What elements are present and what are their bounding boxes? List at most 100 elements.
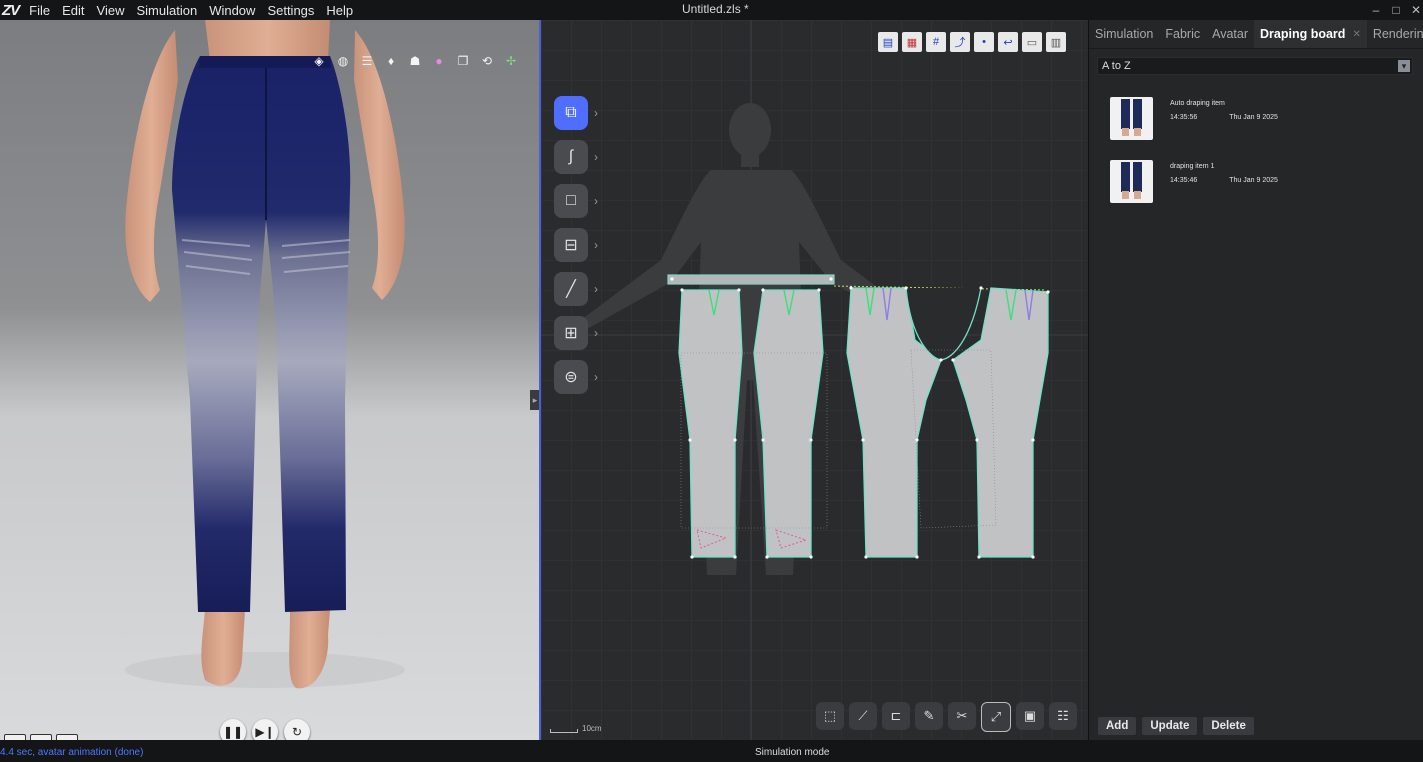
- tab-fabric[interactable]: Fabric: [1159, 20, 1206, 48]
- chevron-down-icon[interactable]: ▾: [1398, 60, 1410, 72]
- delete-button[interactable]: Delete: [1203, 717, 1254, 735]
- tool-rectangle[interactable]: □ ›: [554, 184, 598, 218]
- wireframe-icon[interactable]: ◍: [334, 52, 352, 70]
- view-icon[interactable]: ▥: [1046, 32, 1066, 52]
- step-icon[interactable]: ▶❙: [252, 719, 278, 740]
- grid-eye-icon[interactable]: #: [926, 32, 946, 52]
- panel-buttons: Add Update Delete: [1098, 717, 1254, 735]
- pattern-bottom-toolbar: ⬚ ⟋ ⊏ ✎ ✂ ⤢ ▣ ☷: [816, 702, 1077, 732]
- cut-icon[interactable]: ✂: [948, 702, 976, 730]
- chevron-right-icon[interactable]: ›: [594, 194, 598, 208]
- pin-icon[interactable]: ✎: [915, 702, 943, 730]
- axis-icon[interactable]: ✢: [502, 52, 520, 70]
- item-date: Thu Jan 9 2025: [1229, 114, 1278, 121]
- chevron-right-icon[interactable]: ›: [594, 106, 598, 120]
- curve-icon[interactable]: ∫: [554, 140, 588, 174]
- sew-icon[interactable]: ⊏: [882, 702, 910, 730]
- color-icon[interactable]: ●: [430, 52, 448, 70]
- scale-indicator: 10cm: [550, 724, 602, 733]
- line-tool-icon[interactable]: ╱: [554, 272, 588, 306]
- viewport-3d[interactable]: ◈ ◍ ☰ ♦ ☗ ● ❐ ⟲ ✢ ❚❚ ▶❙ ↻ ▨ ⌕ ◎ ▸: [0, 20, 539, 740]
- chevron-right-icon[interactable]: ›: [594, 370, 598, 384]
- layers-icon[interactable]: ☰: [358, 52, 376, 70]
- close-icon[interactable]: ✕: [1352, 29, 1360, 40]
- tool-curve[interactable]: ∫ ›: [554, 140, 598, 174]
- close-window-button[interactable]: ✕: [1406, 0, 1423, 20]
- menu-view[interactable]: View: [93, 3, 133, 18]
- pause-icon[interactable]: ❚❚: [220, 719, 246, 740]
- menu-file[interactable]: File: [25, 3, 58, 18]
- list-item[interactable]: draping item 1 14:35:46 Thu Jan 9 2025: [1110, 160, 1278, 203]
- status-bar: 4.4 sec, avatar animation (done) Simulat…: [0, 740, 1423, 762]
- tab-draping-board[interactable]: Draping board ✕: [1254, 20, 1367, 48]
- tab-draping-board-label: Draping board: [1260, 27, 1346, 41]
- chevron-right-icon[interactable]: ›: [594, 150, 598, 164]
- point-eye-icon[interactable]: •: [974, 32, 994, 52]
- tool-sewing[interactable]: ⊟ ›: [554, 228, 598, 262]
- pattern-top-toolbar: ▤ ▦ # ⤴ • ↩ ▭ ▥: [878, 32, 1066, 52]
- rectangle-icon[interactable]: □: [554, 184, 588, 218]
- front-left-piece[interactable]: [678, 289, 743, 558]
- item-time: 14:35:56: [1170, 114, 1198, 121]
- reset-icon[interactable]: ⟲: [478, 52, 496, 70]
- status-message: 4.4 sec, avatar animation (done): [0, 747, 144, 758]
- tab-avatar[interactable]: Avatar: [1206, 20, 1254, 48]
- scale-label: 10cm: [582, 724, 602, 733]
- tool-texture[interactable]: ⊞ ›: [554, 316, 598, 350]
- tab-simulation[interactable]: Simulation: [1089, 20, 1159, 48]
- waistband-piece[interactable]: [667, 274, 835, 285]
- pattern-canvas: [541, 20, 1088, 740]
- pattern-window-2d[interactable]: ▤ ▦ # ⤴ • ↩ ▭ ▥ ⧉ › ∫ › □ › ⊟ › ╱ › ⊞ › ⊜ › ⬚ ⟋…: [541, 20, 1088, 740]
- avatar-icon[interactable]: ♦: [382, 52, 400, 70]
- menu-edit[interactable]: Edit: [58, 3, 92, 18]
- menu-simulation[interactable]: Simulation: [132, 3, 205, 18]
- menu-help[interactable]: Help: [322, 3, 361, 18]
- tool-transform[interactable]: ⧉ ›: [554, 96, 598, 130]
- tab-rendering[interactable]: Rendering: [1367, 20, 1423, 48]
- maximize-button[interactable]: □: [1386, 0, 1406, 20]
- copy-icon[interactable]: ❐: [454, 52, 472, 70]
- edit-point-icon[interactable]: ⟋: [849, 702, 877, 730]
- app-logo: ZV: [2, 1, 20, 19]
- sort-select[interactable]: A to Z ▾: [1097, 57, 1413, 75]
- measure-icon[interactable]: ⊜: [554, 360, 588, 394]
- minimize-button[interactable]: –: [1366, 0, 1386, 20]
- transform-pattern-icon[interactable]: ⧉: [554, 96, 588, 130]
- image-icon[interactable]: ▣: [1016, 702, 1044, 730]
- item-time: 14:35:46: [1170, 177, 1198, 184]
- list-icon[interactable]: ☷: [1049, 702, 1077, 730]
- segment-icon[interactable]: ⤢: [981, 702, 1011, 732]
- list-item[interactable]: Auto draping item 14:35:56 Thu Jan 9 202…: [1110, 97, 1278, 140]
- sheet-icon[interactable]: ▤: [878, 32, 898, 52]
- texture-icon[interactable]: ⊞: [554, 316, 588, 350]
- chevron-right-icon[interactable]: ›: [594, 282, 598, 296]
- viewport-top-toolbar: ◈ ◍ ☰ ♦ ☗ ● ❐ ⟲ ✢: [310, 52, 520, 70]
- tool-measure[interactable]: ⊜ ›: [554, 360, 598, 394]
- grid-color-icon[interactable]: ▦: [902, 32, 922, 52]
- chevron-right-icon[interactable]: ›: [594, 238, 598, 252]
- print-icon[interactable]: ▭: [1022, 32, 1042, 52]
- playback-controls: ❚❚ ▶❙ ↻: [220, 719, 310, 740]
- avatar-scene: [125, 20, 405, 689]
- sewing-icon[interactable]: ⊟: [554, 228, 588, 262]
- menu-settings[interactable]: Settings: [263, 3, 322, 18]
- pattern-side-toolbar: ⧉ › ∫ › □ › ⊟ › ╱ › ⊞ › ⊜ ›: [554, 96, 598, 394]
- draping-thumbnail: [1110, 160, 1153, 203]
- sort-value: A to Z: [1102, 60, 1131, 72]
- avatar-group-icon[interactable]: ☗: [406, 52, 424, 70]
- reset-icon[interactable]: ↻: [284, 719, 310, 740]
- select-icon[interactable]: ⬚: [816, 702, 844, 730]
- menu-window[interactable]: Window: [205, 3, 263, 18]
- add-button[interactable]: Add: [1098, 717, 1137, 735]
- document-title: Untitled.zls *: [682, 2, 749, 16]
- undo-eye-icon[interactable]: ↩: [998, 32, 1018, 52]
- chevron-right-icon[interactable]: ›: [594, 326, 598, 340]
- tool-line[interactable]: ╱ ›: [554, 272, 598, 306]
- collapse-handle[interactable]: ▸: [530, 390, 539, 410]
- scale-bar: [550, 729, 578, 733]
- seam-eye-icon[interactable]: ⤴: [950, 32, 970, 52]
- panel-tabs: Simulation Fabric Avatar Draping board ✕…: [1089, 20, 1423, 49]
- update-button[interactable]: Update: [1142, 717, 1198, 735]
- display-icon[interactable]: ◈: [310, 52, 328, 70]
- right-panel: Simulation Fabric Avatar Draping board ✕…: [1088, 20, 1423, 740]
